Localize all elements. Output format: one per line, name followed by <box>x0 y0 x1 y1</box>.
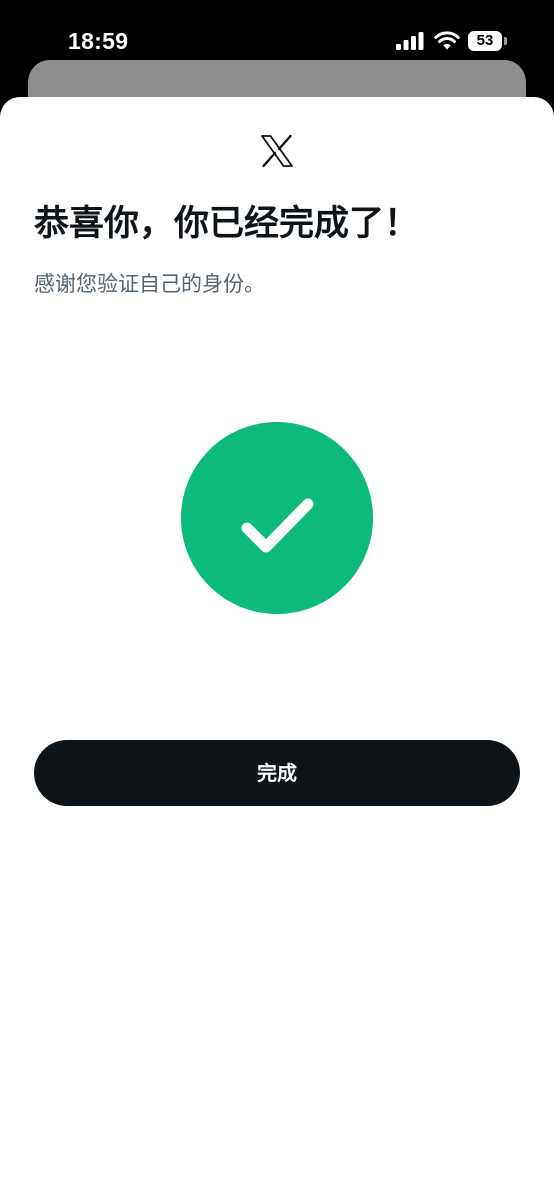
page-title: 恭喜你，你已经完成了！ <box>34 204 420 244</box>
checkmark-icon <box>241 498 314 553</box>
cellular-signal-icon <box>396 32 424 50</box>
success-badge <box>181 422 373 614</box>
done-button[interactable]: 完成 <box>34 740 520 806</box>
battery-cap <box>504 37 507 45</box>
modal-sheet <box>0 97 554 1200</box>
battery-icon: 53 <box>468 31 508 51</box>
wifi-icon <box>434 31 460 50</box>
battery-level: 53 <box>468 31 502 51</box>
status-time: 18:59 <box>68 28 129 54</box>
page-subtitle: 感谢您验证自己的身份。 <box>34 272 265 296</box>
x-logo-icon <box>261 134 293 168</box>
status-bar: 18:59 53 <box>0 0 554 60</box>
